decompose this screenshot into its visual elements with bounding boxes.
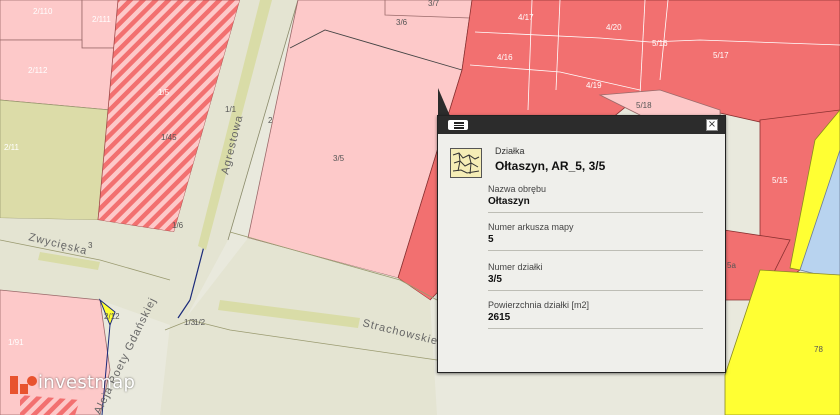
parcel-label: 2/111 <box>92 15 111 24</box>
parcel-label: 4/19 <box>586 81 602 90</box>
parcel-label: 1/5 <box>158 88 170 97</box>
parcel-label: 1/45 <box>161 133 177 142</box>
parcel-label: 2/110 <box>33 7 53 16</box>
parcel-label: 5/17 <box>713 51 729 60</box>
parcel-label: 1/1 <box>225 105 237 114</box>
green-parcel-left <box>0 99 111 221</box>
parcel-label: 2 <box>268 116 273 125</box>
feature-type: Działka <box>495 146 525 156</box>
parcel-2-110[interactable] <box>0 0 83 41</box>
field-value: 5 <box>488 234 494 245</box>
parcel-label: 5/18 <box>636 101 652 110</box>
field-label: Powierzchnia działki [m2] <box>488 300 590 310</box>
field-label: Numer działki <box>488 262 543 272</box>
field-parcel-number: Numer działki 3/5 <box>488 262 703 291</box>
parcel-label: 2/12 <box>104 312 120 321</box>
parcel-label: 5/15 <box>772 176 788 185</box>
field-parcel-area: Powierzchnia działki [m2] 2615 <box>488 300 703 329</box>
parcel-label: 3/6 <box>396 18 408 27</box>
parcel-2-112[interactable] <box>0 39 119 111</box>
feature-title: Ołtaszyn, AR_5, 3/5 <box>495 159 606 173</box>
parcel-label: 4/17 <box>518 13 534 22</box>
parcel-label: 78 <box>814 345 823 354</box>
parcel-label: 4/16 <box>497 53 513 62</box>
divider <box>488 328 703 329</box>
list-icon[interactable] <box>448 120 468 130</box>
logo-mark-icon <box>10 376 37 394</box>
divider <box>488 250 703 251</box>
parcel-2-111[interactable] <box>81 0 119 49</box>
parcel-label: 3/7 <box>428 0 440 8</box>
logo-text: investmap <box>38 372 136 393</box>
field-precinct: Nazwa obrębu Ołtaszyn <box>488 184 703 213</box>
field-value: Ołtaszyn <box>488 196 530 207</box>
divider <box>488 290 703 291</box>
parcel-label: 5a <box>727 261 736 270</box>
parcel-label: 4/20 <box>606 23 622 32</box>
divider <box>488 212 703 213</box>
parcel-thumbnail-icon <box>450 148 482 178</box>
parcel-1-91[interactable] <box>0 289 111 415</box>
parcel-label: 2/11 <box>4 143 20 152</box>
field-label: Numer arkusza mapy <box>488 222 574 232</box>
field-label: Nazwa obrębu <box>488 184 547 194</box>
field-sheet-number: Numer arkusza mapy 5 <box>488 222 703 251</box>
close-icon[interactable]: × <box>706 119 718 131</box>
field-value: 2615 <box>488 312 511 323</box>
parcel-label: 1/6 <box>172 221 184 230</box>
parcel-label: 1/91 <box>8 338 24 347</box>
parcel-label: 3/5 <box>333 154 345 163</box>
parcel-label: 1/2 <box>194 318 206 327</box>
parcel-label: 5/16 <box>652 39 668 48</box>
feature-info-popup: × Działka Ołtaszyn, AR_5, 3/5 Nazwa obrę… <box>437 115 726 373</box>
parcel-label: 2/112 <box>28 66 48 75</box>
field-value: 3/5 <box>488 274 502 285</box>
popup-header: × <box>438 116 725 134</box>
